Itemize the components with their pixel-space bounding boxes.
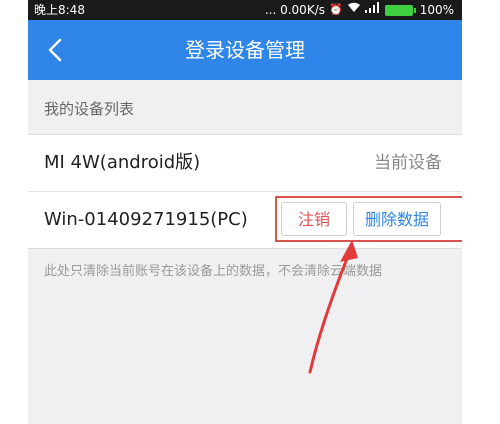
page-title: 登录设备管理 — [185, 38, 305, 62]
alarm-icon: ⏰ — [328, 3, 343, 16]
device-list: MI 4W(android版) 当前设备 Win-01409271915(PC)… — [28, 134, 462, 249]
device-row-current[interactable]: MI 4W(android版) 当前设备 — [28, 135, 462, 191]
battery-level: 100% — [419, 3, 454, 17]
status-time: 晚上8:48 — [34, 3, 85, 17]
network-speed: ... 0.00K/s — [264, 3, 325, 17]
phone-screen: 晚上8:48 ... 0.00K/s ⏰ 100% 登录设备管理 我的设备列表 … — [28, 0, 462, 424]
status-bar: 晚上8:48 ... 0.00K/s ⏰ 100% — [28, 0, 462, 20]
status-right: ... 0.00K/s ⏰ 100% — [265, 0, 454, 20]
device-row-pc[interactable]: Win-01409271915(PC) 注销 删除数据 — [28, 191, 462, 248]
title-bar: 登录设备管理 — [28, 20, 462, 80]
logout-button[interactable]: 注销 — [281, 202, 347, 236]
delete-data-button[interactable]: 删除数据 — [353, 202, 441, 236]
section-header: 我的设备列表 — [44, 100, 135, 118]
screenshot-canvas: 晚上8:48 ... 0.00K/s ⏰ 100% 登录设备管理 我的设备列表 … — [0, 0, 500, 424]
battery-icon — [384, 4, 416, 16]
info-note: 此处只清除当前账号在该设备上的数据，不会清除云端数据 — [44, 264, 383, 279]
signal-icon — [364, 0, 379, 20]
device-name: Win-01409271915(PC) — [44, 209, 248, 230]
wifi-icon — [347, 0, 361, 20]
current-device-label: 当前设备 — [374, 153, 442, 173]
device-name: MI 4W(android版) — [44, 152, 201, 173]
